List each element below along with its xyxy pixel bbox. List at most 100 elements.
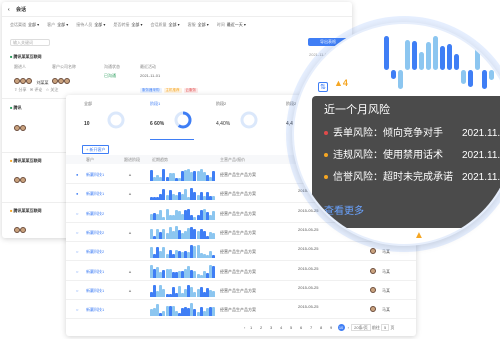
trend-bar <box>212 210 215 220</box>
comment-icon[interactable]: ✉ <box>30 87 33 92</box>
trend-bar <box>162 228 166 239</box>
item-title: 腾讯某某互联网 <box>13 208 42 213</box>
risk-dot <box>324 131 328 136</box>
trend-bars <box>150 187 216 201</box>
page-title: 会话 <box>16 7 27 13</box>
trend-bar <box>193 291 197 297</box>
trend-bar <box>162 247 166 259</box>
trend-bar <box>162 189 166 201</box>
list-item[interactable]: ■ 腾讯某某互联网 <box>10 208 42 213</box>
filter-select[interactable]: 客服 全部 ▾ <box>188 22 209 27</box>
customer-name[interactable]: 新赢科技1 <box>86 172 104 177</box>
trend-bar <box>482 70 487 89</box>
follow-action[interactable]: 关注 <box>50 87 58 92</box>
filter-select[interactable]: 客户 全部 ▾ <box>47 22 68 27</box>
ring-chart <box>174 111 192 129</box>
goto-suffix: 页 <box>390 325 395 330</box>
customer-name[interactable]: 新赢科技1 <box>86 269 104 274</box>
filter-select[interactable]: 是否转接 全部 ▾ <box>113 22 142 27</box>
trend-bar <box>193 228 197 239</box>
trend-bar <box>162 288 166 297</box>
goto-input[interactable]: 5 <box>380 324 390 331</box>
table-row[interactable]: ○ 新赢科技1 ▲ 经营产品生产品方案 2015-05-25 马某 <box>66 262 416 281</box>
warning-icon[interactable]: ▲4 <box>334 78 348 88</box>
product-text: 经营产品生产品方案 <box>220 287 256 293</box>
tag: 服务器采购 <box>140 88 162 93</box>
filter-value: 全部 <box>168 22 177 27</box>
next-page-icon[interactable]: › <box>348 325 350 330</box>
share-action[interactable]: 分享 <box>18 87 26 92</box>
column-header: 近期趋势 <box>152 157 168 162</box>
page-number[interactable]: 8 <box>318 324 325 331</box>
customer-name[interactable]: 新赢科技2 <box>86 211 104 216</box>
follow-date: 2015-05-25 <box>298 265 319 271</box>
customer-name[interactable]: 新赢科技2 <box>86 230 104 235</box>
stat-label[interactable]: 阶段2 <box>216 101 226 106</box>
customer-name[interactable]: 新赢科技1 <box>86 288 104 293</box>
see-more-link[interactable]: 查看更多 <box>324 206 364 218</box>
trend-bar <box>162 169 166 181</box>
tab-indicator <box>150 139 194 140</box>
risk-dot <box>324 175 328 180</box>
comment-action[interactable]: 评论 <box>34 87 42 92</box>
customer-name[interactable]: 新赢科技1 <box>86 191 104 196</box>
filter-select[interactable]: 时间 最近一天 ▾ <box>217 22 246 27</box>
page-number[interactable]: 3 <box>268 324 275 331</box>
table-row[interactable]: ○ 新赢科技1 ▲ 经营产品生产品方案 2015-05-25 马某 <box>66 281 416 300</box>
page-number[interactable]: 5 <box>288 324 295 331</box>
page-number[interactable]: 10 <box>337 324 345 331</box>
customer-icon: ● <box>76 172 79 177</box>
product-text: 经营产品生产品方案 <box>220 210 256 216</box>
list-item[interactable]: ■ 腾讯 <box>10 105 22 110</box>
customer-icon: ○ <box>76 229 79 235</box>
product-text: 经营产品生产品方案 <box>220 172 256 177</box>
product-text: 经营产品生产品方案 <box>220 229 256 235</box>
page-number[interactable]: 1 <box>248 324 255 331</box>
page-size-select[interactable]: 20条/页 <box>351 324 371 331</box>
trend-bars <box>150 207 216 220</box>
share-icon[interactable]: ⇪ <box>14 87 17 92</box>
page-number[interactable]: 9 <box>328 324 335 331</box>
stage-icon: ▲ <box>128 268 132 274</box>
customer-name[interactable]: 新赢科技2 <box>86 249 104 254</box>
table-row[interactable]: ○ 新赢科技2 经营产品生产品方案 2015-05-25 马某 <box>66 242 416 262</box>
sort-icon[interactable]: ⇅ <box>318 82 328 92</box>
trend-bar <box>212 290 215 297</box>
trend-bar <box>454 54 459 70</box>
avatar <box>26 78 32 84</box>
tooltip-title: 近一个月风险 <box>324 104 390 116</box>
page-number[interactable]: 4 <box>278 324 285 331</box>
avatar <box>20 125 26 131</box>
customer-icon: ○ <box>76 268 79 274</box>
customer-icon: ○ <box>76 307 79 313</box>
chevron-down-icon: ▾ <box>36 22 40 27</box>
agent-name: 刘某某 <box>36 80 49 85</box>
customer-icon: ○ <box>76 287 79 293</box>
page-number[interactable]: 2 <box>258 324 265 331</box>
trend-bars <box>150 264 216 278</box>
filter-value: 最近一天 <box>226 22 243 27</box>
trend-bar <box>162 311 166 317</box>
chevron-down-icon: ▾ <box>205 22 209 27</box>
back-arrow-icon[interactable]: ‹ <box>8 7 10 13</box>
trend-bar <box>405 40 410 70</box>
filter-select[interactable]: 会话质量 全部 ▾ <box>151 22 180 27</box>
page-number[interactable]: 6 <box>298 324 305 331</box>
filter-select[interactable]: 会话渠道 全部 ▾ <box>10 22 39 27</box>
stat-label[interactable]: 阶段1 <box>150 101 160 106</box>
trend-bar <box>398 70 403 89</box>
follow-icon[interactable]: ☆ <box>46 87 50 92</box>
table-row[interactable]: ○ 新赢科技1 经营产品生产品方案 2015-05-25 马某 <box>66 300 416 320</box>
list-item[interactable]: ■ 腾讯某某互联网 <box>10 158 42 163</box>
list-item[interactable]: ■ 腾讯某某互联网 跟进人 客户公司名称 沟通状态 最近活动 刘某某 已沟通 2… <box>10 54 310 96</box>
add-customer-button[interactable]: + 新开客户 <box>82 145 110 154</box>
magnifier: ⇅ ▲4 近一个月风险 丢单风险：倾向竞争对手 2021.11.0 违规风险：使… <box>292 22 500 246</box>
avatar <box>370 306 376 313</box>
filter-select[interactable]: 接待人员 全部 ▾ <box>76 22 105 27</box>
stat-value: 6 60% <box>150 121 165 127</box>
search-input[interactable]: 输入关键词 <box>10 39 50 46</box>
stage-icon: ▲ <box>128 287 132 293</box>
customer-name[interactable]: 新赢科技1 <box>86 307 104 312</box>
chevron-down-icon: ▾ <box>65 22 69 27</box>
page-number[interactable]: 7 <box>308 324 315 331</box>
